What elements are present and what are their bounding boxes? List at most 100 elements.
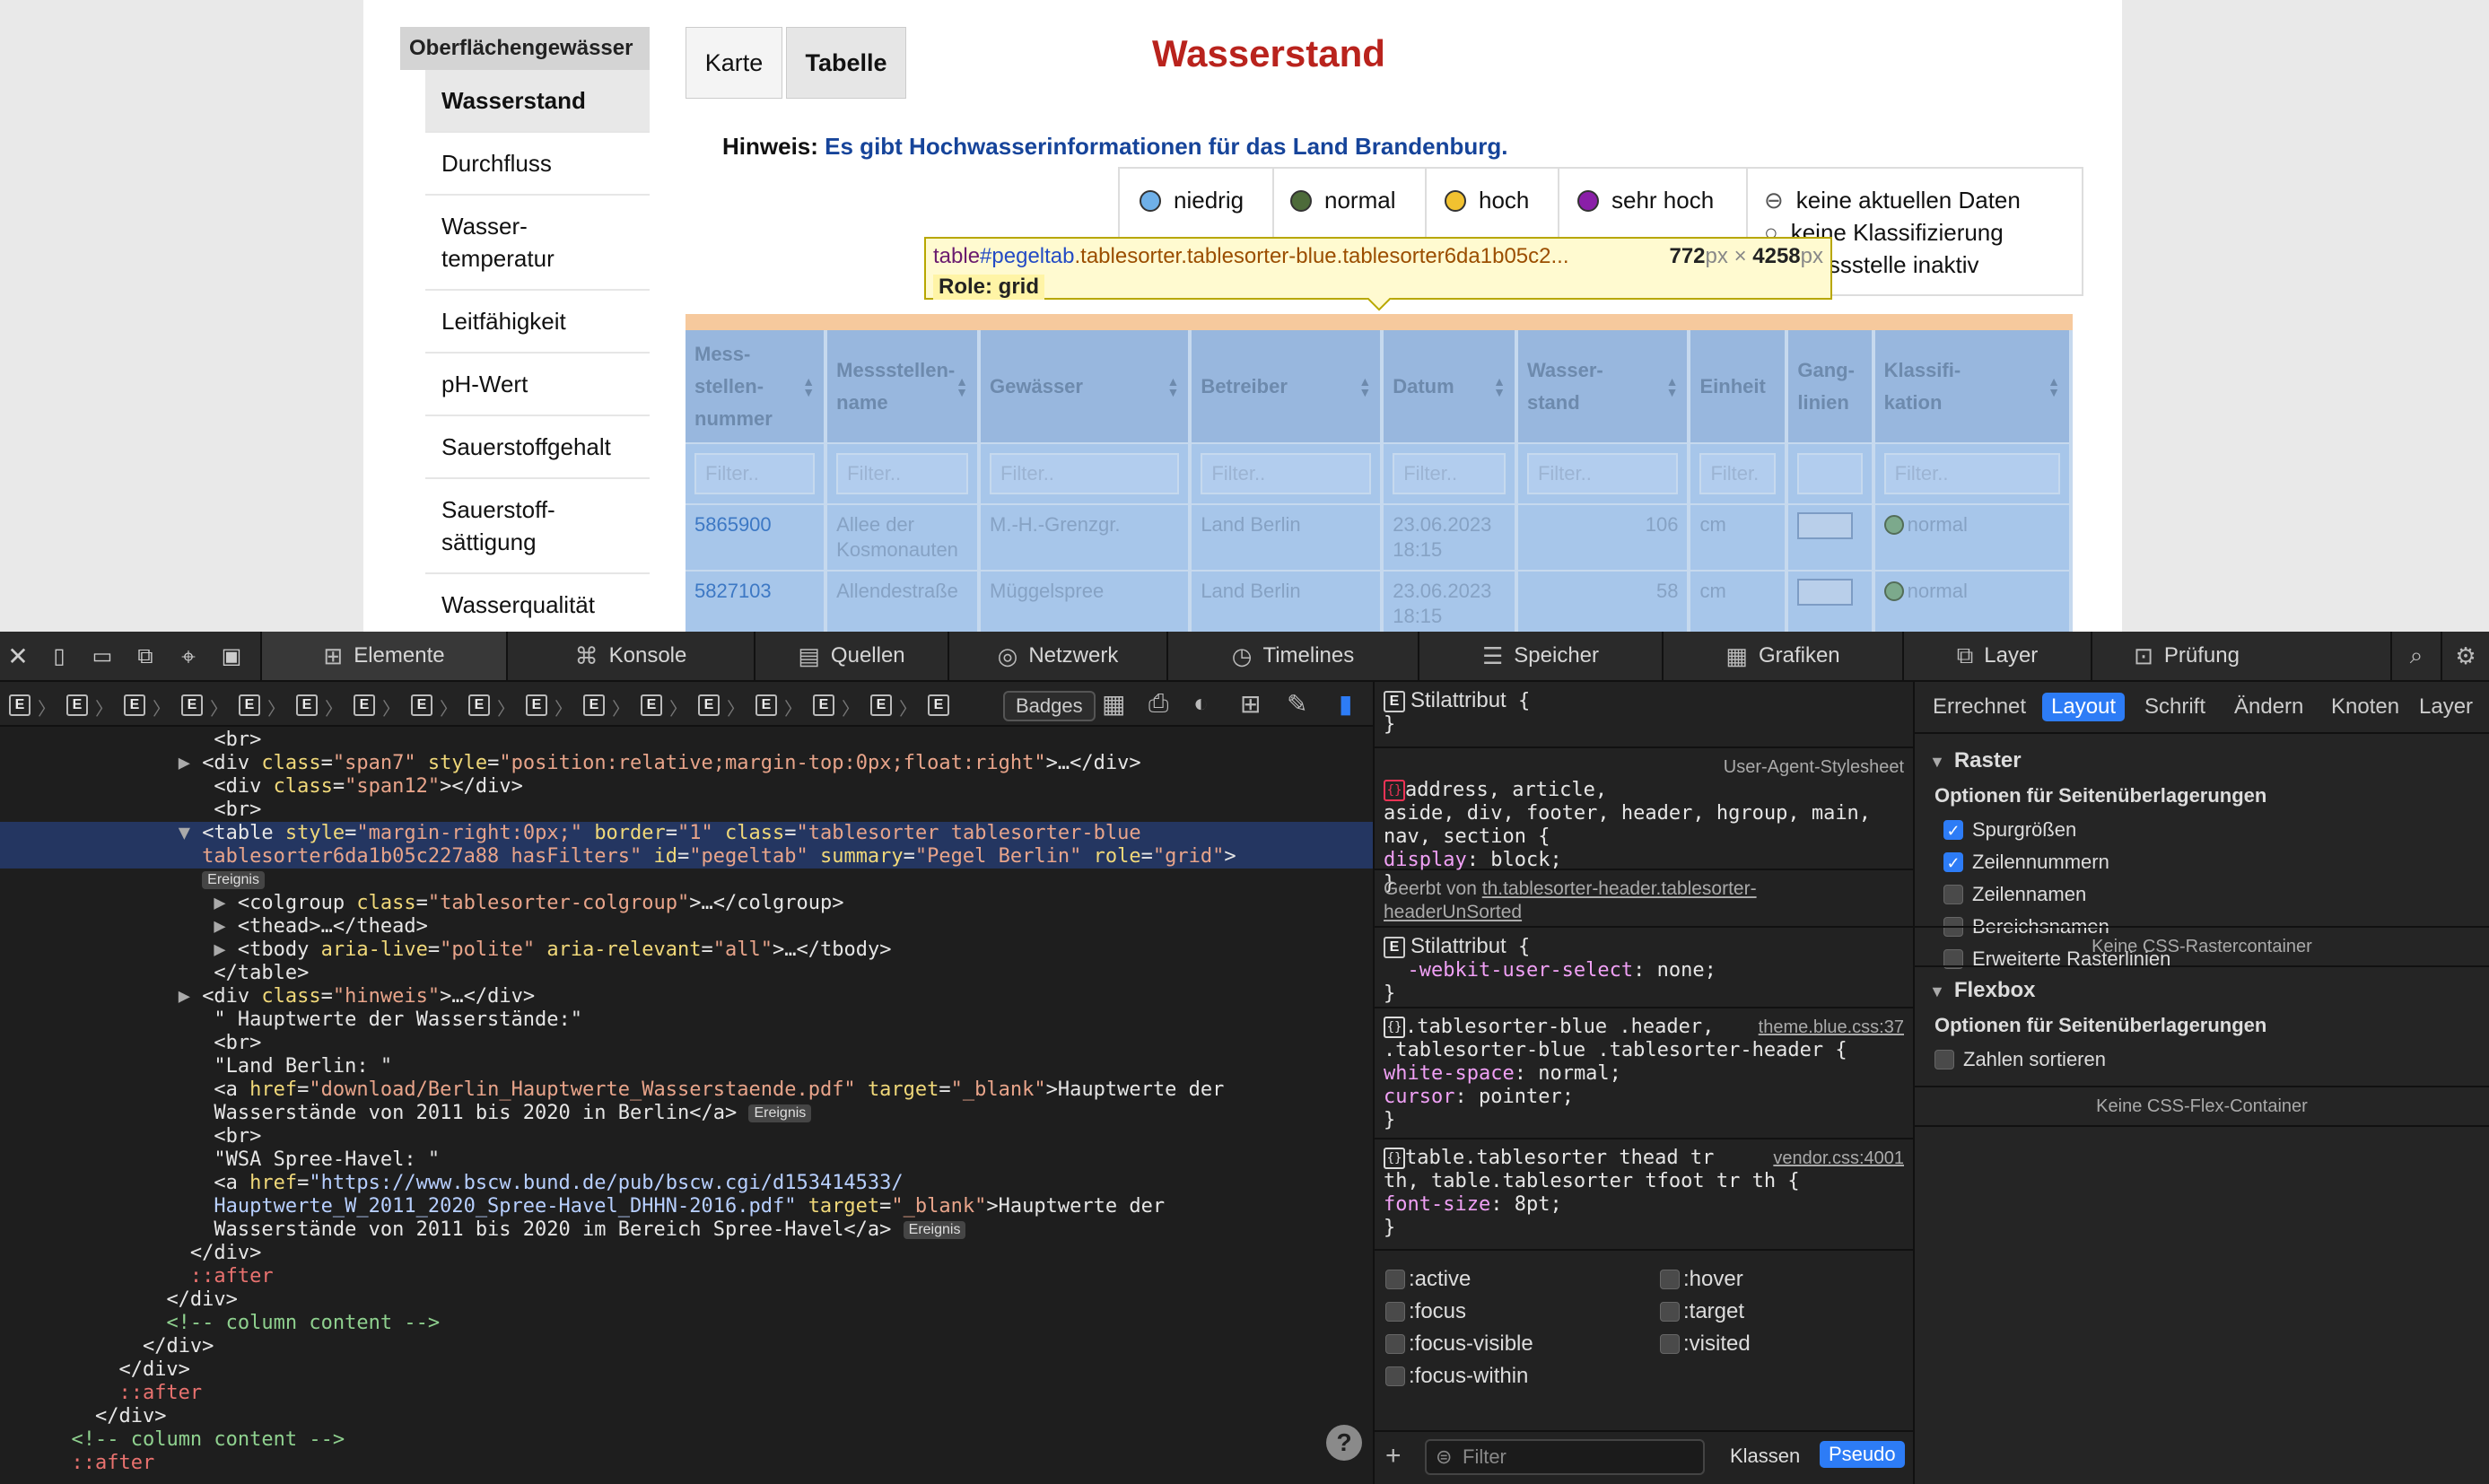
column-header[interactable]: Gang- linien <box>1786 330 1875 443</box>
grid-icon[interactable]: ▦ <box>1102 689 1125 719</box>
close-icon[interactable]: ✕ <box>2 641 34 673</box>
dom-line[interactable]: </div> <box>0 1405 1373 1428</box>
raster-section[interactable]: ▼ Raster <box>1929 748 2022 773</box>
breadcrumb-element-icon[interactable]: E <box>870 694 892 716</box>
raster-option[interactable]: Zeilennamen <box>1943 883 2086 906</box>
dom-line[interactable]: Hauptwerte_W_2011_2020_Spree-Havel_DHHN-… <box>0 1195 1373 1218</box>
dom-line[interactable]: "WSA Spree-Havel: " <box>0 1148 1373 1172</box>
breadcrumb-element-icon[interactable]: E <box>9 694 31 716</box>
dom-line[interactable]: ▶ <thead>…</thead> <box>0 915 1373 938</box>
checkbox[interactable] <box>1385 1270 1405 1289</box>
dom-line[interactable]: ::after <box>0 1382 1373 1405</box>
dom-line[interactable]: </table> <box>0 962 1373 985</box>
sidebar-item[interactable]: pH-Wert <box>425 354 650 416</box>
pseudo-class-option[interactable]: :target <box>1660 1299 1744 1324</box>
tab-grafiken[interactable]: ▦ Grafiken <box>1662 632 1902 680</box>
event-badge[interactable]: Ereignis <box>202 871 265 889</box>
breadcrumb-element-icon[interactable]: E <box>296 694 318 716</box>
pseudo-class-option[interactable]: :hover <box>1660 1267 1743 1292</box>
filter-input[interactable]: Filter.. <box>1201 453 1372 494</box>
tab-elemente[interactable]: ⊞ Elemente <box>260 632 506 680</box>
breadcrumb-element-icon[interactable]: E <box>181 694 203 716</box>
breadcrumb-element-icon[interactable]: E <box>239 694 260 716</box>
tab-prüfung[interactable]: ⊡ Prüfung <box>2091 632 2281 680</box>
checkbox[interactable]: ✓ <box>1943 820 1963 840</box>
breadcrumb-element-icon[interactable]: E <box>928 694 949 716</box>
pseudo-class-option[interactable]: :focus-within <box>1385 1364 1528 1389</box>
dom-line[interactable]: ▶ <tbody aria-live="polite" aria-relevan… <box>0 938 1373 962</box>
dom-line[interactable]: <!-- column content --> <box>0 1312 1373 1335</box>
checkbox[interactable] <box>1660 1270 1680 1289</box>
dom-line[interactable]: <br> <box>0 1125 1373 1148</box>
breadcrumb-element-icon[interactable]: E <box>755 694 777 716</box>
breadcrumb-element-icon[interactable]: E <box>124 694 145 716</box>
dom-line[interactable]: </div> <box>0 1358 1373 1382</box>
dock-bottom-icon[interactable]: ▭ <box>86 641 118 673</box>
pseudo-class-option[interactable]: :focus <box>1385 1299 1466 1324</box>
pseudo-class-option[interactable]: :active <box>1385 1267 1471 1292</box>
filter-input[interactable]: Filter. <box>1699 453 1777 494</box>
hint-link[interactable]: Es gibt Hochwasserinformationen für das … <box>825 133 1507 160</box>
tab-konsole[interactable]: ⌘ Konsole <box>506 632 754 680</box>
hydrograph-icon[interactable] <box>1797 512 1854 539</box>
column-header[interactable]: Gewässer ▲ ▼ <box>979 330 1192 443</box>
tab-quellen[interactable]: ▤ Quellen <box>754 632 948 680</box>
tab-layer[interactable]: ⧉ Layer <box>1902 632 2091 680</box>
dom-line[interactable]: <div class="span12"></div> <box>0 775 1373 799</box>
appearance-icon[interactable]: ◐ <box>1193 689 1209 718</box>
sidebar-toggle-icon[interactable]: ▮ <box>1339 689 1352 719</box>
pseudo-class-option[interactable]: :focus-visible <box>1385 1331 1533 1357</box>
checkbox[interactable] <box>1943 885 1963 904</box>
sidebar-tab-ändern[interactable]: Ändern <box>2234 694 2303 720</box>
filter-input[interactable]: Filter.. <box>1883 453 2060 494</box>
sidebar-item[interactable]: Leitfähigkeit <box>425 291 650 354</box>
breadcrumb-element-icon[interactable]: E <box>698 694 720 716</box>
dock-left-icon[interactable]: ▯ <box>43 641 75 673</box>
breadcrumb-element-icon[interactable]: E <box>583 694 605 716</box>
dom-line[interactable]: <a href="https://www.bscw.bund.de/pub/bs… <box>0 1172 1373 1195</box>
dom-line[interactable]: </div> <box>0 1242 1373 1265</box>
sidebar-tab-layer[interactable]: Layer <box>2419 694 2473 720</box>
search-icon[interactable]: ⌕ <box>2390 632 2441 680</box>
tab-timelines[interactable]: ◷ Timelines <box>1166 632 1418 680</box>
sidebar-item[interactable]: Wasserqualität <box>425 574 650 632</box>
dom-line[interactable]: <!-- column content --> <box>0 1428 1373 1452</box>
dom-line[interactable]: " Hauptwerte der Wasserstände:" <box>0 1008 1373 1032</box>
raster-option[interactable]: ✓ Zeilennummern <box>1943 851 2109 874</box>
tab-karte[interactable]: Karte <box>686 27 782 99</box>
event-badge[interactable]: Ereignis <box>748 1104 812 1122</box>
breadcrumb-element-icon[interactable]: E <box>354 694 375 716</box>
pseudo-button[interactable]: Pseudo <box>1820 1441 1905 1468</box>
dom-line[interactable]: ::after <box>0 1265 1373 1288</box>
checkbox[interactable] <box>1385 1334 1405 1354</box>
flexbox-section[interactable]: ▼ Flexbox <box>1929 978 2036 1003</box>
column-header[interactable]: Messstellen- name ▲ ▼ <box>825 330 982 443</box>
dom-line[interactable]: Wasserstände von 2011 bis 2020 in Berlin… <box>0 1102 1373 1125</box>
column-header[interactable]: Einheit <box>1689 330 1789 443</box>
dom-line[interactable]: <br> <box>0 729 1373 752</box>
settings-icon[interactable]: ⚙ <box>2441 632 2489 680</box>
target-icon[interactable]: ⌖ <box>172 641 205 673</box>
sidebar-item[interactable]: Durchfluss <box>425 133 650 196</box>
dom-line[interactable]: </div> <box>0 1288 1373 1312</box>
column-header[interactable]: Wasser- stand ▲ ▼ <box>1515 330 1691 443</box>
sidebar-tab-knoten[interactable]: Knoten <box>2331 694 2399 720</box>
event-badge[interactable]: Ereignis <box>903 1221 966 1239</box>
checkbox[interactable] <box>1385 1366 1405 1386</box>
dom-line[interactable]: <br> <box>0 1032 1373 1055</box>
checkbox[interactable] <box>1385 1302 1405 1322</box>
filter-input[interactable]: Filter.. <box>836 453 969 494</box>
breadcrumb-element-icon[interactable]: E <box>641 694 662 716</box>
paint-icon[interactable]: ✎ <box>1287 689 1307 719</box>
print-icon[interactable]: ⎙ <box>1148 689 1168 719</box>
filter-input[interactable]: Filter.. <box>1526 453 1679 494</box>
filter-input[interactable]: Filter.. <box>1393 453 1506 494</box>
column-header[interactable]: Klassifi- kation ▲ ▼ <box>1873 330 2073 443</box>
dom-line[interactable]: ▶ <colgroup class="tablesorter-colgroup"… <box>0 892 1373 915</box>
sidebar-item[interactable]: Wasserstand <box>425 70 650 133</box>
checkbox[interactable]: ✓ <box>1943 852 1963 872</box>
dom-line[interactable]: ▶ <div class="hinweis">…</div> <box>0 985 1373 1008</box>
checkbox[interactable] <box>1660 1302 1680 1322</box>
checkbox[interactable] <box>1934 1050 1954 1069</box>
sidebar-tab-layout[interactable]: Layout <box>2042 693 2126 721</box>
